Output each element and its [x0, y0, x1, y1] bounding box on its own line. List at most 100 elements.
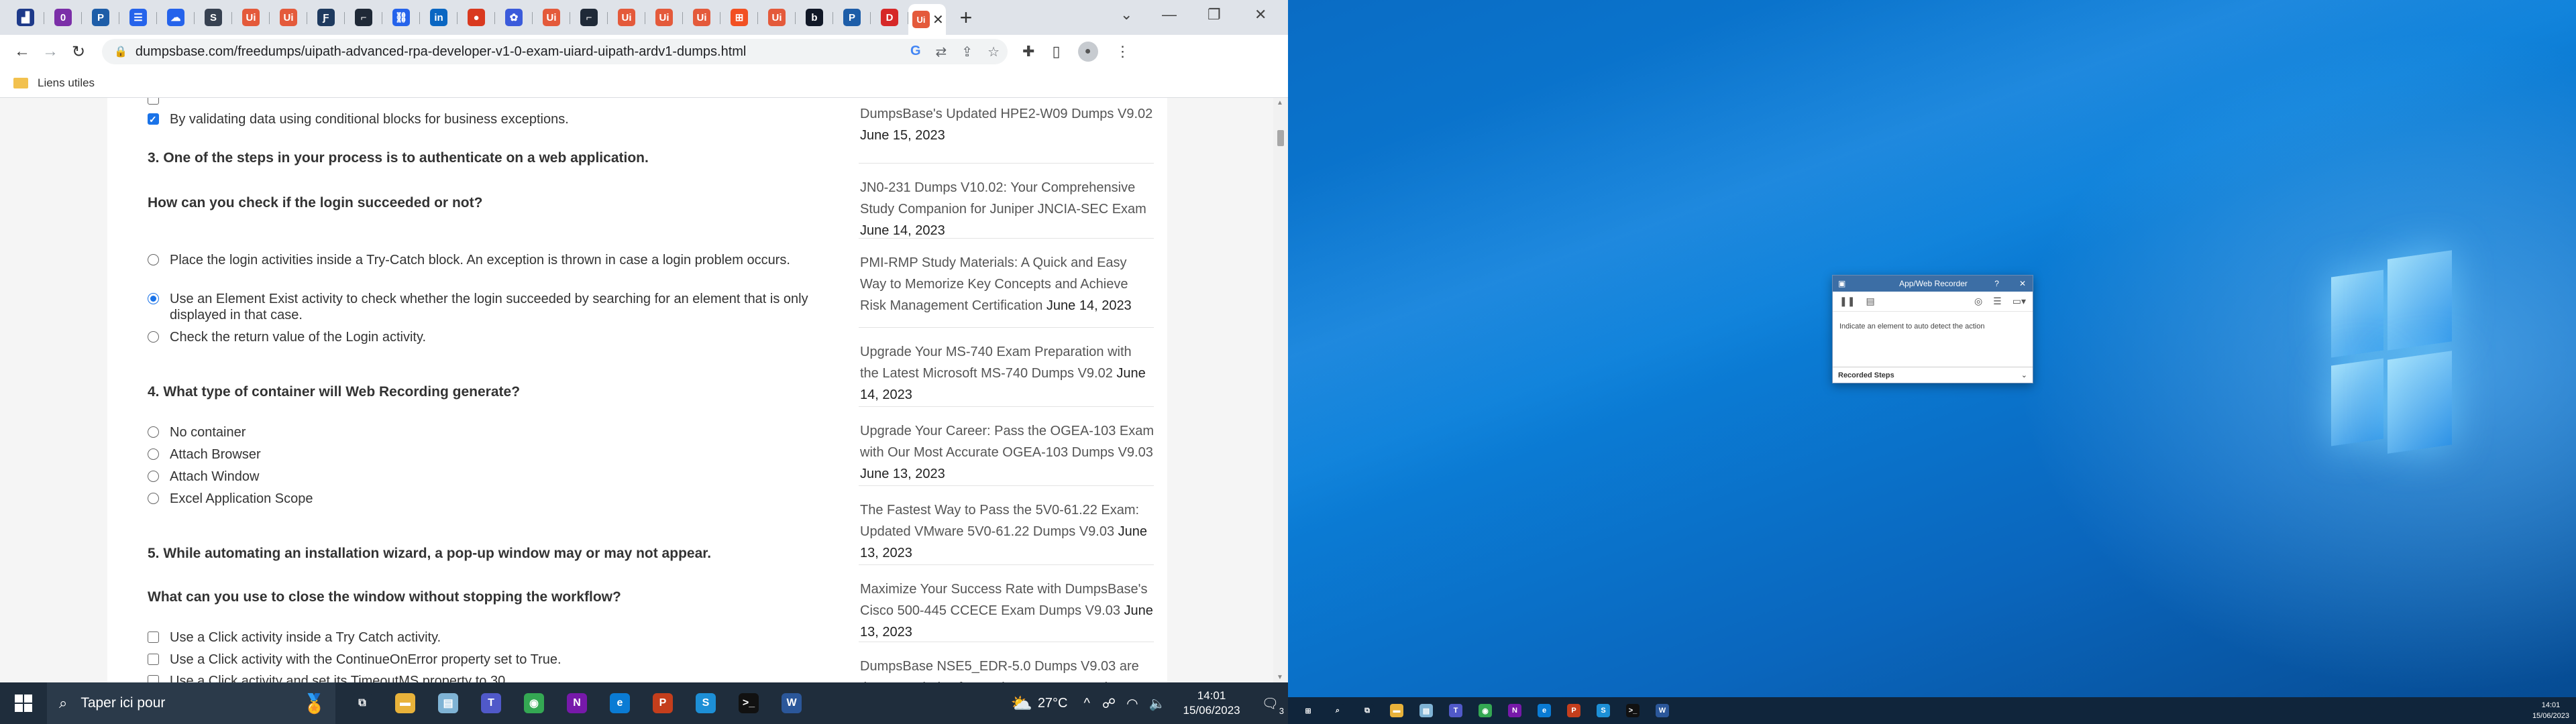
browser-tab[interactable]: ⊞	[720, 4, 758, 31]
tab-active[interactable]: Ui ✕	[908, 4, 946, 35]
browser-tab[interactable]: ☁	[157, 4, 195, 31]
side-panel-icon[interactable]: ▯	[1052, 43, 1060, 60]
target-icon[interactable]: ◎	[1974, 296, 1982, 307]
taskbar-search[interactable]: ⌕ Taper ici pour 🏅	[47, 682, 335, 724]
checkbox[interactable]	[148, 631, 159, 643]
browser-tab[interactable]: Ui	[758, 4, 796, 31]
taskbar-clock[interactable]: 14:01 15/06/2023	[2532, 700, 2569, 721]
browser-tab[interactable]: 0	[44, 4, 82, 31]
file-explorer-taskbar-button[interactable]: ▬	[384, 682, 427, 724]
terminal-taskbar-button[interactable]: >_	[727, 682, 770, 724]
chevron-down-icon[interactable]: ⌄	[2021, 371, 2027, 379]
chevron-up-icon[interactable]: ^	[1084, 696, 1090, 711]
radio-button[interactable]	[148, 448, 159, 460]
s-taskbar-button[interactable]: S	[684, 682, 727, 724]
browser-tab[interactable]: Ƒ	[307, 4, 345, 31]
search-taskbar-button[interactable]: ⌕	[1323, 697, 1352, 724]
onenote-taskbar-button[interactable]: N	[1500, 697, 1529, 724]
list-icon[interactable]: ☰	[1993, 296, 2002, 307]
pause-icon[interactable]: ❚❚	[1839, 296, 1855, 307]
help-icon[interactable]: ?	[1994, 279, 1999, 288]
browser-tab[interactable]: Ui	[533, 4, 570, 31]
browser-tab[interactable]: ☰	[119, 4, 157, 31]
tab-search-icon[interactable]: ⌄	[1120, 0, 1132, 29]
close-window-button[interactable]: ✕	[1254, 0, 1267, 29]
dropdown-icon[interactable]: ▭▾	[2012, 296, 2026, 307]
sidebar-post-link[interactable]: Upgrade Your MS-740 Exam Preparation wit…	[859, 328, 1154, 407]
browser-tab[interactable]: Ui	[608, 4, 645, 31]
record-options-icon[interactable]: ▤	[1866, 296, 1874, 307]
powerpoint-taskbar-button[interactable]: P	[1559, 697, 1589, 724]
task-view-taskbar-button[interactable]: ⧉	[341, 682, 384, 724]
notes-taskbar-button[interactable]: ▤	[427, 682, 470, 724]
back-button[interactable]: ←	[8, 38, 36, 66]
recorded-steps-header[interactable]: Recorded Steps ⌄	[1833, 367, 2033, 383]
sidebar-post-link[interactable]: DumpsBase NSE5_EDR-5.0 Dumps V9.03 are t…	[859, 642, 1154, 682]
radio-button[interactable]	[148, 293, 159, 304]
close-icon[interactable]: ✕	[2019, 279, 2026, 288]
edge-taskbar-button[interactable]: e	[598, 682, 641, 724]
reload-button[interactable]: ↻	[64, 38, 93, 66]
browser-tab[interactable]: ⌐	[345, 4, 382, 31]
word-taskbar-button[interactable]: W	[1648, 697, 1677, 724]
translate-icon[interactable]: ⇄	[936, 44, 947, 60]
bookmark-folder-liens-utiles[interactable]: Liens utiles	[38, 76, 95, 90]
profile-avatar[interactable]: ●	[1077, 42, 1098, 62]
s-taskbar-button[interactable]: S	[1589, 697, 1618, 724]
network-icon[interactable]: ☍	[1102, 695, 1116, 712]
sidebar-post-link[interactable]: The Fastest Way to Pass the 5V0-61.22 Ex…	[859, 486, 1154, 565]
address-bar[interactable]: 🔒 dumpsbase.com/freedumps/uipath-advance…	[102, 39, 1008, 64]
scrollbar-thumb[interactable]	[1277, 130, 1284, 146]
notifications-icon[interactable]: 🗨 3	[1262, 695, 1284, 716]
sidebar-post-link[interactable]: DumpsBase's Updated HPE2-W09 Dumps V9.02…	[859, 98, 1154, 164]
radio-button[interactable]	[148, 254, 159, 265]
temperature[interactable]: 27°C	[1038, 696, 1068, 711]
radio-button[interactable]	[148, 331, 159, 343]
start-taskbar-button[interactable]: ⊞	[1293, 697, 1323, 724]
checkbox[interactable]	[148, 675, 159, 682]
browser-tab[interactable]: Ui	[683, 4, 720, 31]
browser-tab[interactable]: Ui	[232, 4, 270, 31]
browser-tab[interactable]: S	[195, 4, 232, 31]
powerpoint-taskbar-button[interactable]: P	[641, 682, 684, 724]
teams-taskbar-button[interactable]: T	[1441, 697, 1470, 724]
checkbox[interactable]	[148, 111, 159, 127]
sidebar-post-link[interactable]: JN0-231 Dumps V10.02: Your Comprehensive…	[859, 164, 1154, 239]
browser-tab[interactable]: ●	[458, 4, 495, 31]
onenote-taskbar-button[interactable]: N	[555, 682, 598, 724]
new-tab-button[interactable]: +	[953, 4, 979, 31]
sidebar-post-link[interactable]: Upgrade Your Career: Pass the OGEA-103 E…	[859, 407, 1154, 486]
notes-taskbar-button[interactable]: ▤	[1411, 697, 1441, 724]
terminal-taskbar-button[interactable]: >_	[1618, 697, 1648, 724]
browser-tab[interactable]: Ui	[645, 4, 683, 31]
task-view-taskbar-button[interactable]: ⧉	[1352, 697, 1382, 724]
forward-button[interactable]: →	[36, 38, 64, 66]
share-icon[interactable]: ⇪	[961, 44, 973, 60]
browser-tab[interactable]: ✿	[495, 4, 533, 31]
scroll-down-icon[interactable]: ▼	[1277, 674, 1283, 681]
browser-tab[interactable]: Ui	[270, 4, 307, 31]
browser-tab[interactable]: ⛓	[382, 4, 420, 31]
wifi-icon[interactable]: ◠	[1126, 695, 1138, 712]
checkbox[interactable]	[148, 654, 159, 665]
recorder-titlebar[interactable]: ▣ App/Web Recorder ? ✕	[1833, 276, 2033, 292]
browser-tab[interactable]: b	[796, 4, 833, 31]
menu-icon[interactable]: ⋮	[1116, 43, 1130, 60]
scroll-up-icon[interactable]: ▲	[1277, 99, 1283, 107]
browser-tab[interactable]: P	[833, 4, 871, 31]
checkbox[interactable]	[148, 98, 159, 105]
radio-button[interactable]	[148, 426, 159, 438]
bookmark-star-icon[interactable]: ☆	[987, 44, 1000, 60]
radio-button[interactable]	[148, 493, 159, 504]
extensions-icon[interactable]: ✚	[1022, 43, 1034, 60]
teams-taskbar-button[interactable]: T	[470, 682, 513, 724]
browser-tab[interactable]: P	[82, 4, 119, 31]
close-tab-icon[interactable]: ✕	[932, 11, 944, 28]
browser-tab[interactable]: ▟	[7, 4, 44, 31]
edge-taskbar-button[interactable]: e	[1529, 697, 1559, 724]
minimize-button[interactable]: —	[1162, 0, 1177, 29]
start-button[interactable]	[0, 682, 47, 724]
browser-tab[interactable]: D	[871, 4, 908, 31]
google-icon[interactable]: G	[910, 44, 921, 60]
word-taskbar-button[interactable]: W	[770, 682, 813, 724]
